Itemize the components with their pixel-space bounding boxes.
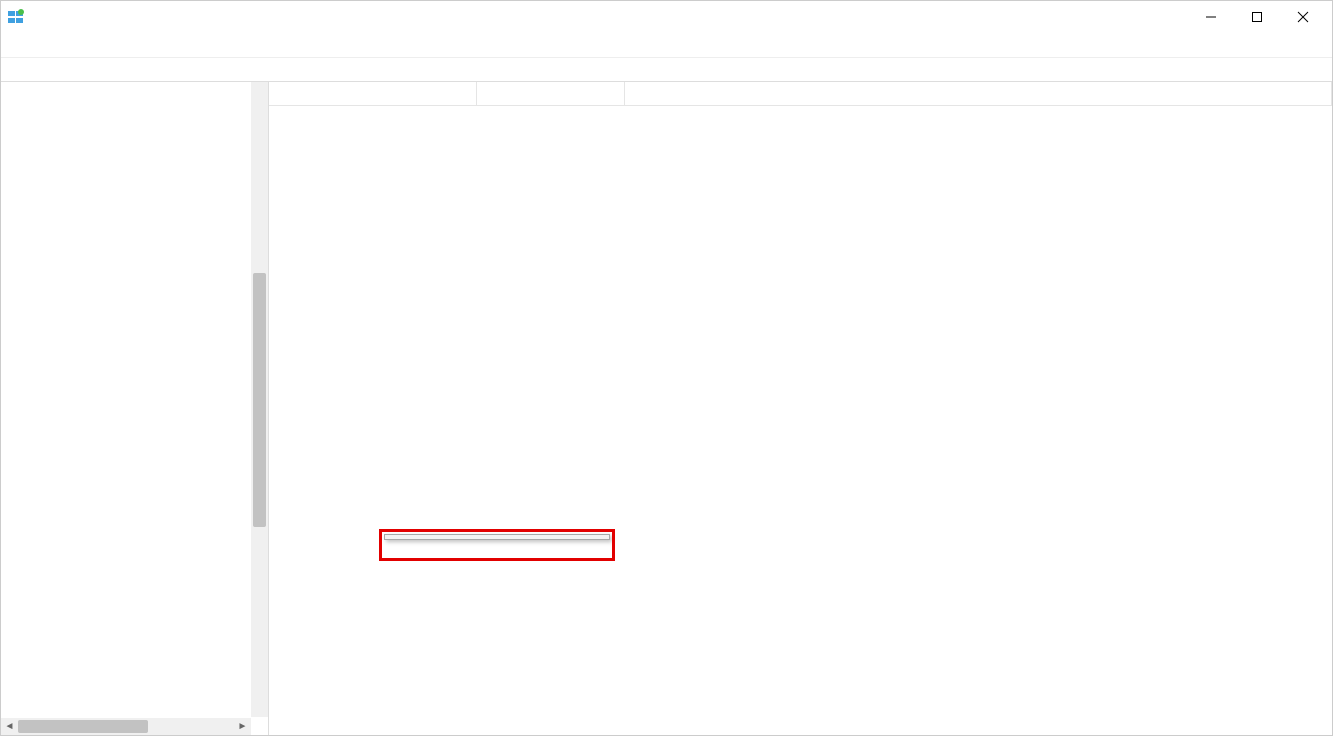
maximize-button[interactable] xyxy=(1234,1,1280,33)
titlebar xyxy=(1,1,1332,33)
window-controls xyxy=(1188,1,1326,33)
scrollbar-thumb[interactable] xyxy=(253,273,266,527)
scrollbar-thumb-h[interactable] xyxy=(18,720,148,733)
context-menu xyxy=(384,534,610,540)
menu-file[interactable] xyxy=(5,43,21,47)
scroll-left-arrow[interactable]: ◄ xyxy=(1,718,18,735)
tree-horizontal-scrollbar[interactable]: ◄ ► xyxy=(1,718,251,735)
scroll-right-arrow[interactable]: ► xyxy=(234,718,251,735)
address-bar[interactable] xyxy=(1,57,1332,81)
registry-tree[interactable] xyxy=(1,82,268,90)
tree-pane: ◄ ► xyxy=(1,82,269,735)
body: ◄ ► xyxy=(1,81,1332,735)
column-data[interactable] xyxy=(625,82,1332,105)
column-name[interactable] xyxy=(269,82,477,105)
values-list[interactable] xyxy=(269,106,1332,735)
values-header xyxy=(269,82,1332,106)
tree-vertical-scrollbar[interactable] xyxy=(251,82,268,717)
menu-view[interactable] xyxy=(37,43,53,47)
window: ◄ ► xyxy=(0,0,1333,736)
menu-help[interactable] xyxy=(69,43,85,47)
menu-edit[interactable] xyxy=(21,43,37,47)
close-button[interactable] xyxy=(1280,1,1326,33)
column-type[interactable] xyxy=(477,82,625,105)
menu-favorites[interactable] xyxy=(53,43,69,47)
menubar xyxy=(1,33,1332,57)
regedit-icon xyxy=(7,8,25,26)
minimize-button[interactable] xyxy=(1188,1,1234,33)
values-pane xyxy=(269,82,1332,735)
